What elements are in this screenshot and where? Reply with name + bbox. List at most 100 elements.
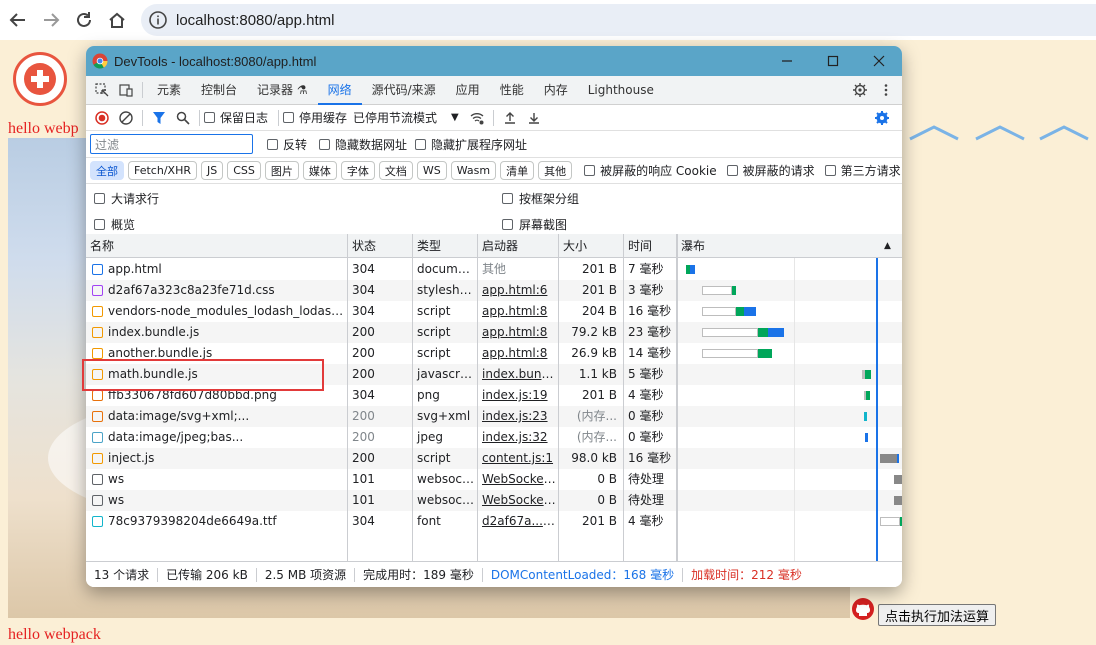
request-initiator[interactable]: WebSocket...	[478, 490, 556, 511]
type-filter-11[interactable]: 其他	[538, 161, 573, 180]
reload-button[interactable]	[69, 5, 99, 35]
third-party-checkbox[interactable]: 第三方请求	[824, 162, 901, 179]
table-row[interactable]: ws 101 websocket WebSocket... 0 B 待处理	[86, 490, 902, 511]
type-filter-10[interactable]: 清单	[500, 161, 535, 180]
request-initiator[interactable]: index.js:23	[478, 406, 556, 427]
type-filter-4[interactable]: 图片	[264, 161, 299, 180]
table-row[interactable]: inject.js 200 script content.js:1 98.0 kB 16 …	[86, 448, 902, 469]
request-initiator[interactable]: index.bundl...	[478, 364, 556, 385]
group-by-frame-checkbox[interactable]: 按框架分组	[502, 190, 579, 207]
column-time[interactable]: 时间	[624, 234, 652, 258]
network-conditions-button[interactable]	[465, 106, 489, 130]
stop-recording-button[interactable]	[90, 106, 114, 130]
blocked-cookies-checkbox[interactable]: 被屏蔽的响应 Cookie	[584, 162, 717, 179]
inspect-element-button[interactable]	[90, 78, 114, 102]
request-name[interactable]: d2af67a323c8a23fe71d.css	[104, 280, 344, 301]
request-name[interactable]: 78c9379398204de6649a.ttf	[104, 511, 344, 532]
clear-button[interactable]	[114, 106, 138, 130]
request-name[interactable]: data:image/svg+xml;...	[104, 406, 344, 427]
devtools-settings-button[interactable]	[848, 78, 872, 102]
filter-input[interactable]: 过滤	[90, 134, 253, 154]
tab-6[interactable]: 性能	[490, 76, 534, 105]
table-row[interactable]: 78c9379398204de6649a.ttf 304 font d2af67a..…	[86, 511, 902, 532]
minimize-button[interactable]	[764, 46, 810, 76]
table-row[interactable]: ws 101 websocket WebSocket... 0 B 待处理	[86, 469, 902, 490]
request-initiator[interactable]: WebSocket...	[478, 469, 556, 490]
tab-5[interactable]: 应用	[446, 76, 490, 105]
hide-extension-urls-checkbox[interactable]: 隐藏扩展程序网址	[415, 136, 527, 153]
type-filter-8[interactable]: WS	[416, 161, 447, 180]
type-filter-5[interactable]: 媒体	[302, 161, 337, 180]
disable-cache-checkbox[interactable]: 停用缓存	[283, 109, 347, 126]
table-row[interactable]: data:image/jpeg;bas... 200 jpeg index.js:32…	[86, 427, 902, 448]
github-icon[interactable]	[851, 597, 875, 621]
site-info-icon[interactable]	[148, 10, 168, 30]
request-initiator[interactable]: index.js:32	[478, 427, 556, 448]
request-initiator[interactable]: app.html:8	[478, 343, 556, 364]
more-options-button[interactable]	[874, 78, 898, 102]
throttling-select[interactable]: 已停用节流模式 ▼	[353, 109, 459, 126]
request-initiator[interactable]: app.html:8	[478, 301, 556, 322]
add-operation-button[interactable]: 点击执行加法运算	[878, 604, 997, 626]
tab-8[interactable]: Lighthouse	[578, 76, 664, 105]
request-name[interactable]: ws	[104, 469, 344, 490]
column-size[interactable]: 大小	[559, 234, 587, 258]
request-name[interactable]: data:image/jpeg;bas...	[104, 427, 344, 448]
request-initiator[interactable]: d2af67a....css	[478, 511, 556, 532]
devtools-titlebar[interactable]: DevTools - localhost:8080/app.html	[86, 46, 902, 76]
url-text[interactable]: localhost:8080/app.html	[176, 12, 334, 29]
request-initiator[interactable]: content.js:1	[478, 448, 556, 469]
tab-7[interactable]: 内存	[534, 76, 578, 105]
table-row[interactable]: d2af67a323c8a23fe71d.css 304 stylesheet app…	[86, 280, 902, 301]
close-button[interactable]	[856, 46, 902, 76]
type-filter-6[interactable]: 字体	[340, 161, 375, 180]
screenshots-checkbox[interactable]: 屏幕截图	[502, 216, 567, 233]
import-har-button[interactable]	[498, 106, 522, 130]
table-row[interactable]: index.bundle.js 200 script app.html:8 79.2 k…	[86, 322, 902, 343]
maximize-button[interactable]	[810, 46, 856, 76]
tab-4[interactable]: 源代码/来源	[362, 76, 446, 105]
request-initiator[interactable]: index.js:19	[478, 385, 556, 406]
type-filter-9[interactable]: Wasm	[450, 161, 497, 180]
table-row[interactable]: data:image/svg+xml;... 200 svg+xml index.js…	[86, 406, 902, 427]
type-filter-7[interactable]: 文档	[378, 161, 413, 180]
column-name[interactable]: 名称	[86, 234, 114, 258]
request-name[interactable]: inject.js	[104, 448, 344, 469]
column-initiator[interactable]: 启动器	[478, 234, 518, 258]
tab-2[interactable]: 记录器 ⚗	[247, 76, 318, 105]
invert-checkbox[interactable]: 反转	[267, 136, 307, 153]
export-har-button[interactable]	[522, 106, 546, 130]
type-filter-2[interactable]: JS	[200, 161, 224, 180]
type-filter-0[interactable]: 全部	[90, 161, 124, 180]
request-name[interactable]: ws	[104, 490, 344, 511]
column-status[interactable]: 状态	[348, 234, 376, 258]
overview-checkbox[interactable]: 概览	[94, 216, 135, 233]
request-initiator[interactable]: app.html:8	[478, 322, 556, 343]
table-row[interactable]: vendors-node_modules_lodash_lodash_js-..…	[86, 301, 902, 322]
sort-ascending-icon[interactable]: ▲	[880, 234, 891, 258]
hide-data-urls-checkbox[interactable]: 隐藏数据网址	[319, 136, 407, 153]
column-waterfall[interactable]: 瀑布	[677, 234, 705, 258]
forward-button[interactable]	[36, 5, 66, 35]
table-row[interactable]: app.html 304 document 其他 201 B 7 毫秒	[86, 259, 902, 280]
network-settings-button[interactable]	[870, 106, 894, 130]
tab-3[interactable]: 网络	[317, 76, 362, 105]
type-filter-3[interactable]: CSS	[227, 161, 261, 180]
column-type[interactable]: 类型	[413, 234, 441, 258]
device-toolbar-button[interactable]	[114, 78, 138, 102]
request-initiator[interactable]: app.html:6	[478, 280, 556, 301]
address-bar[interactable]: localhost:8080/app.html	[141, 4, 1096, 36]
preserve-log-checkbox[interactable]: 保留日志	[204, 109, 268, 126]
filter-toggle-button[interactable]	[147, 106, 171, 130]
request-name[interactable]: app.html	[104, 259, 344, 280]
request-name[interactable]: index.bundle.js	[104, 322, 344, 343]
blocked-requests-checkbox[interactable]: 被屏蔽的请求	[726, 162, 815, 179]
home-button[interactable]	[102, 5, 132, 35]
tab-0[interactable]: 元素	[147, 76, 191, 105]
tab-1[interactable]: 控制台	[191, 76, 247, 105]
request-name[interactable]: vendors-node_modules_lodash_lodash_js-..…	[104, 301, 344, 322]
type-filter-1[interactable]: Fetch/XHR	[128, 161, 197, 180]
big-request-rows-checkbox[interactable]: 大请求行	[94, 190, 159, 207]
search-button[interactable]	[171, 106, 195, 130]
back-button[interactable]	[3, 5, 33, 35]
